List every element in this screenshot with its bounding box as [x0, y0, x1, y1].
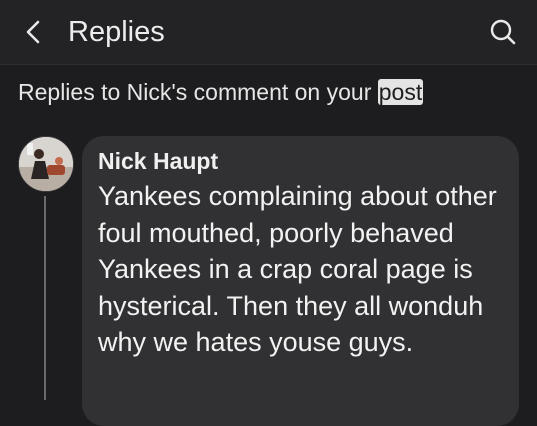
comment-bubble[interactable]: Nick Haupt Yankees complaining about oth… [82, 136, 519, 426]
comment-author[interactable]: Nick Haupt [98, 146, 218, 176]
user-avatar-image [19, 137, 73, 191]
search-icon [490, 19, 516, 45]
post-link[interactable]: post [377, 79, 424, 105]
back-button[interactable] [16, 14, 52, 50]
page-title: Replies [68, 16, 165, 48]
search-button[interactable] [485, 14, 521, 50]
subtitle-text: Replies to Nick's comment on your [18, 79, 378, 105]
replies-subtitle: Replies to Nick's comment on your post [18, 76, 424, 108]
avatar[interactable] [18, 136, 74, 192]
thread-line [44, 196, 46, 400]
chevron-left-icon [26, 20, 40, 44]
app-header: Replies [0, 0, 537, 64]
header-divider [0, 64, 537, 65]
comment-text: Yankees complaining about other foul mou… [98, 181, 497, 357]
